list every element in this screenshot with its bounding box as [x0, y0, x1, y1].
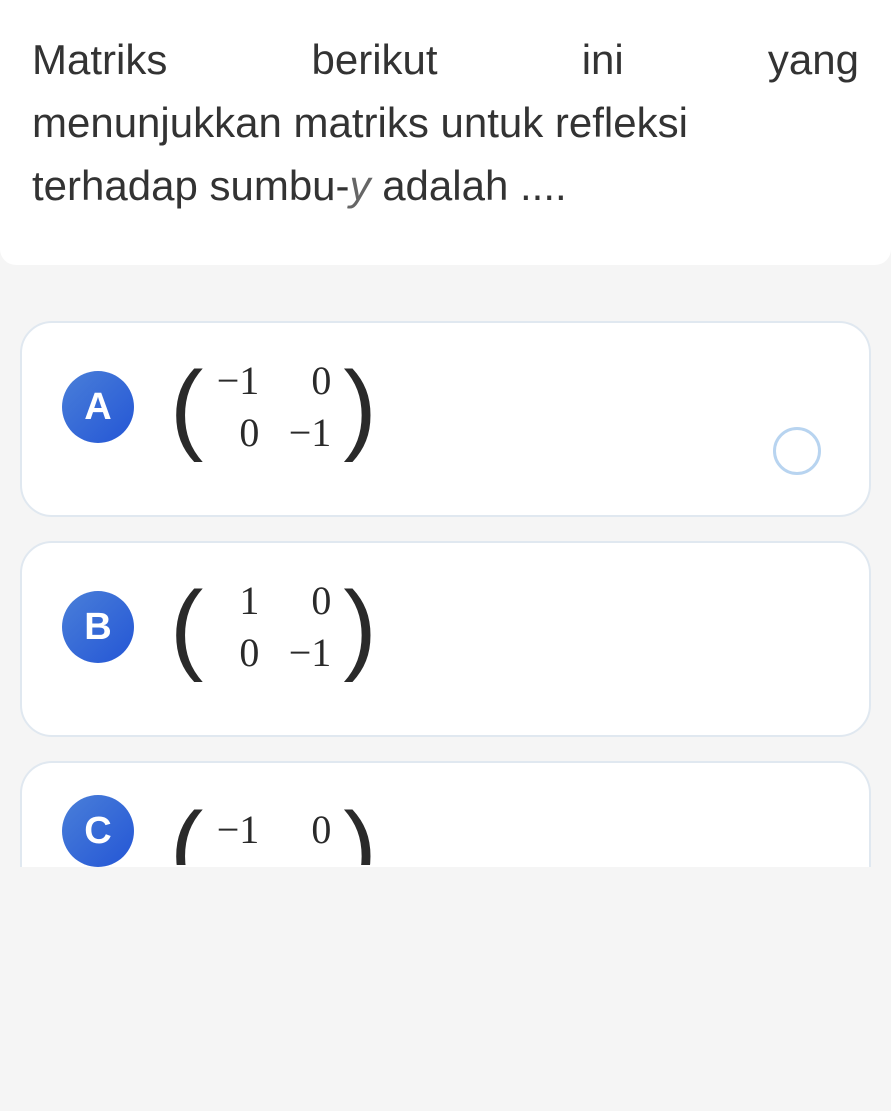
- paren-right-icon: ): [343, 597, 376, 657]
- b-r2c2: −1: [287, 627, 331, 679]
- a-r2c1: 0: [215, 407, 259, 459]
- b-r1c2: 0: [287, 575, 331, 627]
- b-r1c1: 1: [215, 575, 259, 627]
- paren-left-icon: (: [170, 818, 203, 865]
- c-r1c2: 0: [287, 804, 331, 856]
- option-c[interactable]: C ( −1 0 ): [20, 761, 871, 867]
- option-c-matrix: ( −1 0 ): [170, 795, 377, 865]
- a-r2c2: −1: [287, 407, 331, 459]
- q-line2: menunjukkan matriks untuk refleksi: [32, 91, 859, 154]
- q-word3: ini: [582, 28, 624, 91]
- option-a-matrix: ( −1 0 0 −1 ): [170, 355, 377, 459]
- c-r1c1: −1: [215, 804, 259, 856]
- b-r2c1: 0: [215, 627, 259, 679]
- q-word2: berikut: [312, 28, 438, 91]
- paren-right-icon: ): [343, 818, 376, 865]
- spacer: [0, 281, 891, 297]
- question-text: Matriks berikut ini yang menunjukkan mat…: [32, 28, 859, 217]
- q-line3-p1: terhadap sumbu-: [32, 162, 350, 209]
- option-c-badge: C: [62, 795, 134, 867]
- radio-a[interactable]: [773, 427, 821, 475]
- q-word1: Matriks: [32, 28, 167, 91]
- q-line3-y: y: [350, 162, 371, 209]
- q-word4: yang: [768, 28, 859, 91]
- option-b-badge: B: [62, 591, 134, 663]
- option-b-matrix: ( 1 0 0 −1 ): [170, 575, 377, 679]
- paren-left-icon: (: [170, 377, 203, 437]
- a-r1c2: 0: [287, 355, 331, 407]
- option-b[interactable]: B ( 1 0 0 −1 ): [20, 541, 871, 737]
- paren-right-icon: ): [343, 377, 376, 437]
- option-a[interactable]: A ( −1 0 0 −1 ): [20, 321, 871, 517]
- question-card: Matriks berikut ini yang menunjukkan mat…: [0, 0, 891, 265]
- option-a-badge: A: [62, 371, 134, 443]
- a-r1c1: −1: [215, 355, 259, 407]
- q-line3-p2: adalah ....: [371, 162, 567, 209]
- paren-left-icon: (: [170, 597, 203, 657]
